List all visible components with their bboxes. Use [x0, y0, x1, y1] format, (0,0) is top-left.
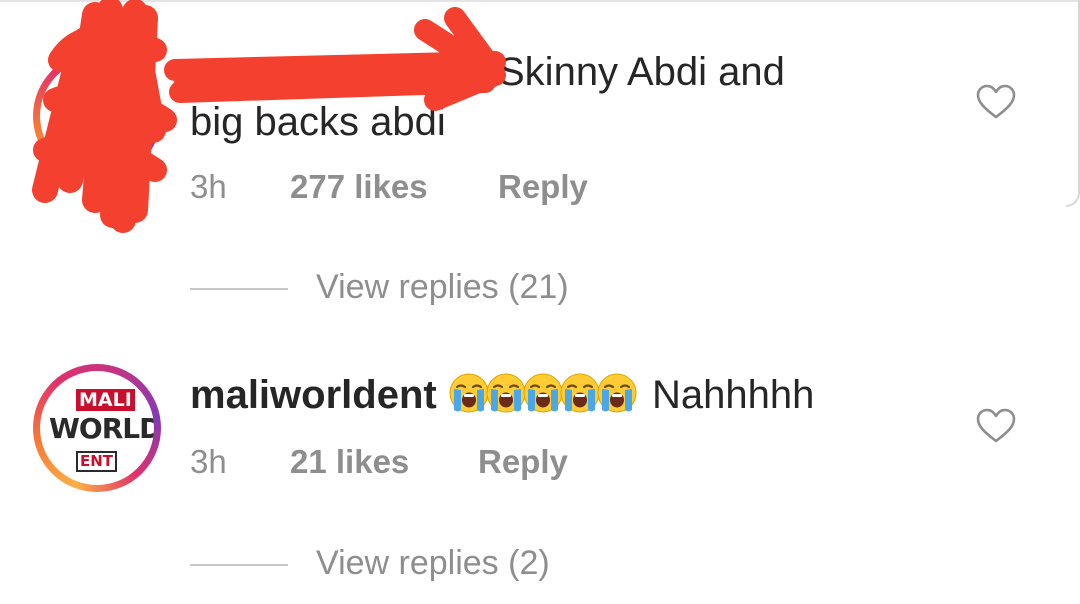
- reply-button[interactable]: Reply: [498, 168, 588, 206]
- comment-time: 3h: [190, 443, 227, 480]
- loudly-crying-face-icon: [560, 373, 600, 413]
- heart-outline-icon[interactable]: [976, 84, 1016, 120]
- loudly-crying-face-icon: [449, 373, 489, 413]
- loudly-crying-face-icon: [523, 373, 563, 413]
- comment-text-line2: big backs abdi: [190, 100, 446, 144]
- view-replies-divider: [190, 288, 288, 290]
- heart-outline-icon[interactable]: [976, 408, 1016, 444]
- reply-button[interactable]: Reply: [478, 443, 568, 481]
- comment-text: maliworldent Nahhhhh: [190, 370, 950, 420]
- loudly-crying-face-icon: [486, 373, 526, 413]
- avatar[interactable]: [33, 52, 161, 180]
- comment-likes[interactable]: 21 likes: [290, 443, 409, 481]
- logo-world: WORLD: [49, 412, 154, 445]
- comment-likes[interactable]: 277 likes: [290, 168, 428, 206]
- comment-item: MALI WORLD ENT maliworldent Nahhhhh 3h 2…: [0, 330, 1080, 604]
- loudly-crying-face-icon: [597, 373, 637, 413]
- view-replies-button[interactable]: View replies (2): [316, 544, 550, 583]
- avatar-image: [40, 59, 154, 173]
- comment-meta: 3h 21 likes Reply: [190, 443, 690, 483]
- comment-meta: 3h 277 likes Reply: [190, 168, 690, 208]
- comment-username[interactable]: maliworldent: [190, 373, 437, 417]
- logo-mali: MALI: [76, 389, 135, 411]
- view-replies-divider: [190, 564, 288, 566]
- comment-message: Nahhhhh: [651, 373, 815, 417]
- avatar-logo: MALI WORLD ENT: [40, 371, 154, 485]
- view-replies-button[interactable]: View replies (21): [316, 268, 569, 307]
- avatar[interactable]: MALI WORLD ENT: [33, 364, 161, 492]
- emoji-row: [448, 373, 637, 417]
- comment-item: Skinny Abdi and big backs abdi 3h 277 li…: [0, 0, 1080, 330]
- logo-ent: ENT: [76, 451, 118, 472]
- comment-time: 3h: [190, 168, 227, 205]
- comment-text-line1: Skinny Abdi and: [498, 50, 785, 94]
